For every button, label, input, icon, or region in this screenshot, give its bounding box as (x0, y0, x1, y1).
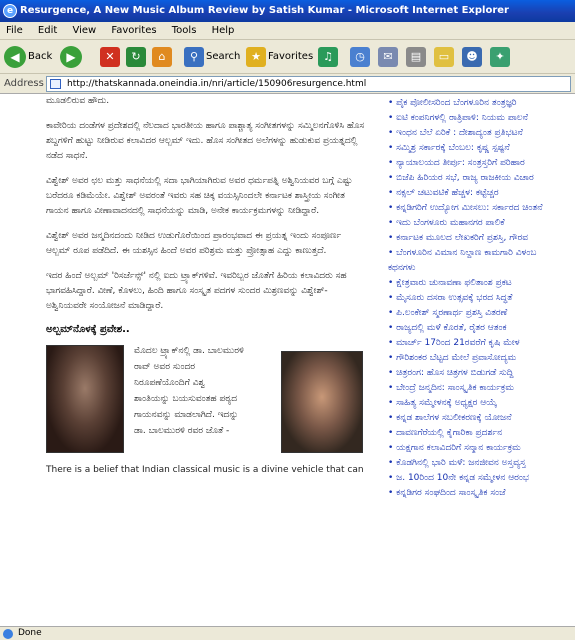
toolbar: ◀ Back ▶ ✕ ↻ ⌂ ⚲ Search ★ Favorites ♫ ◷ (0, 40, 575, 74)
home-icon: ⌂ (152, 47, 172, 67)
sidebar-news-link[interactable]: ಇದು ಬೆಂಗಳೂರು ಮಹಾನಗರ ಪಾಲಿಕೆ (388, 216, 575, 231)
address-input[interactable]: http://thatskannada.oneindia.in/nri/arti… (46, 76, 571, 92)
photo-caption: ಮೊದಲ ಟ್ರ್ಯಾಕ್‌ನಲ್ಲಿ ಡಾ. ಬಾಲಮುರಳಿ ರಾವ್ ಅವ… (134, 346, 244, 436)
sidebar-news-link[interactable]: ಗೌರಿಶಂಕರ ಬೆಟ್ಟದ ಮೇಲೆ ಪ್ರವಾಸೋದ್ಯಮ (388, 351, 575, 366)
artist-photo-man (281, 351, 363, 453)
window-title: Resurgence, A New Music Album Review by … (20, 5, 509, 16)
english-paragraph: There is a belief that Indian classical … (46, 465, 364, 475)
media-icon: ♫ (318, 47, 338, 67)
menu-bar: File Edit View Favorites Tools Help (0, 22, 575, 40)
sidebar-news-link[interactable]: ಕೊಡಗಿನಲ್ಲಿ ಭಾರಿ ಮಳೆ: ಜನಜೀವನ ಅಸ್ತವ್ಯಸ್ತ (388, 456, 575, 471)
home-button[interactable]: ⌂ (152, 44, 172, 70)
forward-arrow-icon: ▶ (60, 46, 82, 68)
sidebar-news-link[interactable]: ಯಕ್ಷಗಾನ ಕಲಾವಿದರಿಗೆ ಸನ್ಮಾನ ಕಾರ್ಯಕ್ರಮ (388, 441, 575, 456)
stop-icon: ✕ (100, 47, 120, 67)
menu-tools[interactable]: Tools (166, 22, 203, 40)
print-icon: ▤ (406, 47, 426, 67)
back-arrow-icon: ◀ (4, 46, 26, 68)
media-button[interactable]: ♫ (318, 44, 338, 70)
back-button[interactable]: ◀ Back (4, 44, 52, 70)
address-url: http://thatskannada.oneindia.in/nri/arti… (67, 79, 367, 89)
browser-window: e Resurgence, A New Music Album Review b… (0, 0, 575, 640)
sidebar-news-link[interactable]: ಬೇಂದ್ರೆ ಜನ್ಮದಿನ: ಸಾಂಸ್ಕೃತಿಕ ಕಾರ್ಯಕ್ರಮ (388, 381, 575, 396)
article-body: ಮೂಡಲಿರುವ ಹೌದು. ಕಾವೇರಿಯ ದಂಡೆಗಳ ಪ್ರದೇಶದಲ್ಲ… (46, 94, 366, 477)
sidebar-news-link[interactable]: ನ್ಯಾಯಾಲಯದ ತೀರ್ಪು: ಸಂತ್ರಸ್ತರಿಗೆ ಪರಿಹಾರ (388, 156, 575, 171)
history-icon: ◷ (350, 47, 370, 67)
sidebar-news-link[interactable]: ಮಾರ್ಚ್ 17ರಿಂದ 21ರವರೆಗೆ ಕೃಷಿ ಮೇಳ (388, 336, 575, 351)
status-text: Done (18, 628, 42, 638)
sidebar-news-link[interactable]: ಬೆಂಗಳೂರಿನ ವಿಮಾನ ನಿಲ್ದಾಣ ಕಾಮಗಾರಿ ವಿಳಂಬ (388, 246, 575, 261)
article-paragraph: ಕಾವೇರಿಯ ದಂಡೆಗಳ ಪ್ರದೇಶದಲ್ಲಿ ನೆಲದಾದ ಭಾರತೀಯ… (46, 121, 365, 161)
sidebar-news-link[interactable]: ಜ. 10ರಿಂದ 10ನೇ ಕನ್ನಡ ಸಮ್ಮೇಳನ ಆರಂಭ (388, 471, 575, 486)
sidebar-news-link[interactable]: ರಾಜ್ಯದಲ್ಲಿ ಮಳೆ ಕೊರತೆ, ರೈತರ ಆತಂಕ (388, 321, 575, 336)
menu-edit[interactable]: Edit (32, 22, 63, 40)
folder-icon: ▭ (434, 47, 454, 67)
page-status-icon (3, 629, 13, 639)
research-icon: ✦ (490, 47, 510, 67)
stop-button[interactable]: ✕ (100, 44, 120, 70)
news-sidebar: ಪೈಕ ಪೋಲೀಸರಿಂದ ಬೆಂಗಳೂರಿನ ತಂತ್ರಜ್ಞರಿಐಟಿ ಕಂ… (388, 96, 575, 501)
sidebar-news-link[interactable]: ಕನ್ನಡ ಶಾಲೆಗಳ ಸಬಲೀಕರಣಕ್ಕೆ ಯೋಜನೆ (388, 411, 575, 426)
address-bar: Address http://thatskannada.oneindia.in/… (0, 74, 575, 94)
research-button[interactable]: ✦ (490, 44, 510, 70)
sidebar-news-link[interactable]: ಸಾಹಿತ್ಯ ಸಮ್ಮೇಳನಕ್ಕೆ ಅಧ್ಯಕ್ಷರ ಆಯ್ಕೆ (388, 396, 575, 411)
sidebar-news-link[interactable]: ಪಿ.ಲಂಕೇಶ್ ಸ್ಮರಣಾರ್ಥ ಪ್ರಶಸ್ತಿ ವಿತರಣೆ (388, 306, 575, 321)
forward-button[interactable]: ▶ (60, 44, 84, 70)
sidebar-news-link[interactable]: ಕನ್ನಡಿಗರಿಗೆ ಉದ್ಯೋಗ ಮೀಸಲು: ಸರ್ಕಾರದ ಚಿಂತನೆ (388, 201, 575, 216)
artist-photo-woman (46, 345, 124, 453)
photo-section: ಮೊದಲ ಟ್ರ್ಯಾಕ್‌ನಲ್ಲಿ ಡಾ. ಬಾಲಮುರಳಿ ರಾವ್ ಅವ… (46, 343, 366, 459)
sidebar-news-link[interactable]: ಕನ್ನಡಿಗರ ಸಂಘದಿಂದ ಸಾಂಸ್ಕೃತಿಕ ಸಂಜೆ (388, 486, 575, 501)
article-paragraph: ವಿಶ್ವೇಶ್ ಅವರ ಛಲ ಮತ್ತು ಸಾಧನೆಯಲ್ಲಿ ಸದಾ ಭಾಗ… (46, 176, 353, 216)
page-content: ಮೂಡಲಿರುವ ಹೌದು. ಕಾವೇರಿಯ ದಂಡೆಗಳ ಪ್ರದೇಶದಲ್ಲ… (0, 94, 575, 626)
ie-logo-icon: e (3, 4, 17, 18)
sidebar-news-link[interactable]: ಇಂಧನ ಬೆಲೆ ಏರಿಕೆ : ದೇಶಾದ್ಯಂತ ಪ್ರತಿಭಟನೆ (388, 126, 575, 141)
menu-favorites[interactable]: Favorites (105, 22, 162, 40)
status-bar: Done (0, 626, 575, 640)
sidebar-news-link[interactable]: ಸಮ್ಮಿಶ್ರ ಸರ್ಕಾರಕ್ಕೆ ಬೆಂಬಲ: ಕೃಷ್ಣ ಸ್ಪಷ್ಟನ… (388, 141, 575, 156)
edit-button[interactable]: ▭ (434, 44, 454, 70)
search-icon: ⚲ (184, 47, 204, 67)
favorites-button[interactable]: ★ Favorites (246, 44, 313, 70)
sidebar-news-link[interactable]: ಪೈಕ ಪೋಲೀಸರಿಂದ ಬೆಂಗಳೂರಿನ ತಂತ್ರಜ್ಞರಿ (388, 96, 575, 111)
sidebar-news-link[interactable]: ನಕ್ಸಲ್ ಚಟುವಟಿಕೆ ಹೆಚ್ಚಳ: ಕಟ್ಟೆಚ್ಚರ (388, 186, 575, 201)
history-button[interactable]: ◷ (350, 44, 370, 70)
sidebar-news-link[interactable]: ಕ್ಷೇತ್ರವಾರು ಚುನಾವಣಾ ಫಲಿತಾಂಶ ಪ್ರಕಟ (388, 276, 575, 291)
mail-button[interactable]: ✉ (378, 44, 398, 70)
menu-view[interactable]: View (66, 22, 102, 40)
address-label: Address (4, 78, 44, 89)
title-bar: e Resurgence, A New Music Album Review b… (0, 0, 575, 22)
section-heading: ಅಲ್ಬಮ್‌ನೊಳಕ್ಕೆ ಪ್ರವೇಶ.. (46, 324, 130, 335)
article-paragraph: ಇದರ ಹಿಂದೆ ಅಲ್ಬಮ್ 'ರಿಸರ್ಜೆನ್ಸ್' ನಲ್ಲಿ ಐದು… (46, 271, 347, 311)
sidebar-news-link[interactable]: ಬಿಜೆಪಿ ಹಿರಿಯರ ಸಭೆ, ರಾಜ್ಯ ರಾಜಕೀಯ ವಿಚಾರ (388, 171, 575, 186)
sidebar-heading: ಕಥನಗಳು (388, 263, 416, 273)
sidebar-news-link[interactable]: ಚಿತ್ರರಂಗ: ಹೊಸ ಚಿತ್ರಗಳ ಬಿಡುಗಡೆ ಸುದ್ದಿ (388, 366, 575, 381)
menu-file[interactable]: File (0, 22, 29, 40)
refresh-icon: ↻ (126, 47, 146, 67)
mail-icon: ✉ (378, 47, 398, 67)
search-button[interactable]: ⚲ Search (184, 44, 240, 70)
sidebar-news-link[interactable]: ಐಟಿ ಕಂಪನಿಗಳಲ್ಲಿ ರಾತ್ರಿಪಾಳಿ: ನಿಯಮ ಪಾಲನೆ (388, 111, 575, 126)
article-paragraph: ಮೂಡಲಿರುವ ಹೌದು. (46, 96, 110, 106)
page-icon (50, 79, 61, 89)
star-icon: ★ (246, 47, 266, 67)
messenger-button[interactable]: ☻ (462, 44, 482, 70)
print-button[interactable]: ▤ (406, 44, 426, 70)
sidebar-news-link[interactable]: ಕರ್ನಾಟಕ ಮೂಲದ ಲೇಖಕರಿಗೆ ಪ್ರಶಸ್ತಿ, ಗೌರವ (388, 231, 575, 246)
refresh-button[interactable]: ↻ (126, 44, 146, 70)
sidebar-news-link[interactable]: ಮೈಸೂರು ದಸರಾ ಉತ್ಸವಕ್ಕೆ ಭರದ ಸಿದ್ಧತೆ (388, 291, 575, 306)
article-paragraph: ವಿಶ್ವೇಶ್ ಅವರ ಜನ್ಮದಿನದಂದು ನೀಡಿದ ಉಡುಗೊರೆಯಿ… (46, 231, 342, 256)
sidebar-news-link[interactable]: ದಾವಣಗೆರೆಯಲ್ಲಿ ಕೈಗಾರಿಕಾ ಪ್ರದರ್ಶನ (388, 426, 575, 441)
menu-help[interactable]: Help (206, 22, 241, 40)
messenger-icon: ☻ (462, 47, 482, 67)
